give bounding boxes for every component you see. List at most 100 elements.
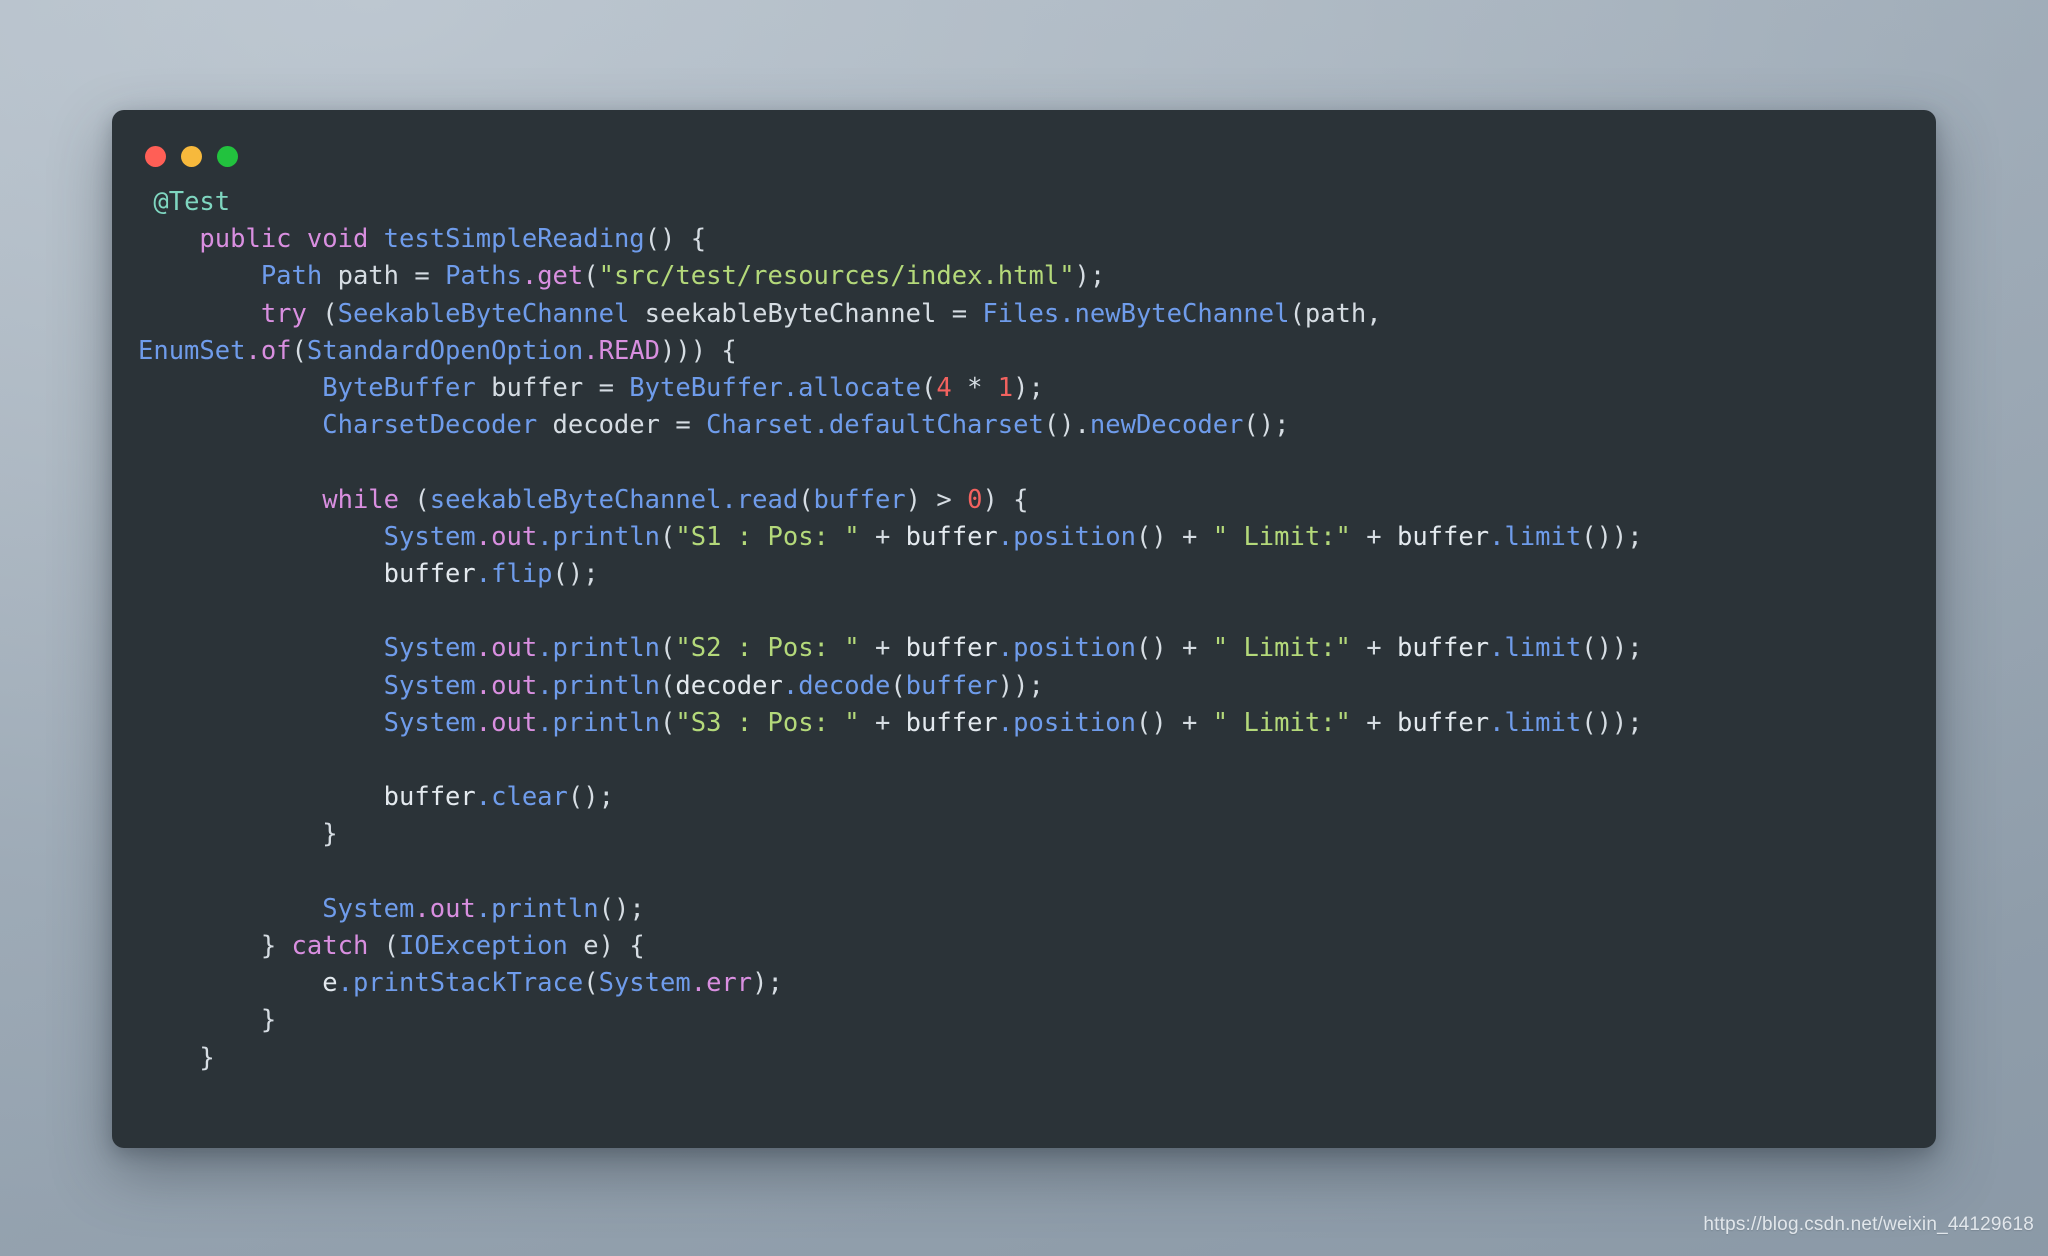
code-token: try [260,298,307,329]
code-token: ( [399,484,430,515]
code-token: ( [583,968,599,999]
code-token: ( [921,373,937,404]
maximize-button[interactable] [217,146,238,167]
code-token: buffer [1396,521,1490,552]
code-token: Path [260,261,323,292]
code-token: System [598,968,691,999]
code-token: .printStackTrace [337,968,584,999]
window-titlebar [112,110,1936,184]
code-token: .println [537,707,661,738]
code-token: System [383,521,476,552]
code-token: + [859,707,906,738]
code-token: EnumSet [138,335,246,366]
code-token: ); [1013,373,1044,404]
code-token: IOException [399,931,568,962]
code-token: .of [245,335,292,366]
code-token: ) > [905,484,968,515]
code-token: ) { [598,931,645,962]
code-token: .clear [475,782,568,813]
code-token: buffer [1396,633,1490,664]
code-token: .READ [583,335,660,366]
code-token: ()); [1581,633,1643,664]
code-token: } [138,1042,215,1073]
code-token: .limit [1489,521,1582,552]
code-token: CharsetDecoder [322,410,538,441]
code-token: .newByteChannel [1059,298,1290,329]
code-token: ( [291,335,307,366]
code-token: System [322,893,415,924]
code-token: buffer [905,521,998,552]
code-window: @Test public void testSimpleReading() { … [112,110,1936,1148]
code-token: System [383,633,476,664]
close-button[interactable] [145,146,166,167]
code-token: @Test [153,187,231,217]
code-token: ()); [1581,521,1643,552]
code-token: ); [1074,261,1106,292]
watermark-url: https://blog.csdn.net/weixin_44129618 [1703,1214,2034,1235]
code-token: .println [475,893,599,924]
code-token: buffer [383,782,476,813]
code-line: EnumSet.of(StandardOpenOption.READ))) { [138,333,1910,370]
code-token: .allocate [782,373,921,404]
code-token: (); [552,559,599,590]
code-token: ( [660,633,676,664]
code-token: + [859,633,906,664]
code-line: ByteBuffer buffer = ByteBuffer.allocate(… [138,370,1910,407]
code-token: .flip [475,559,553,590]
code-token: )); [997,670,1044,701]
code-token: ( [660,670,676,701]
code-line: public void testSimpleReading() { [138,221,1910,258]
code-token: * [951,373,998,404]
code-token: 4 [936,373,952,404]
code-token: + [1350,633,1397,664]
code-token: .out [414,893,476,924]
code-token: Charset [706,410,814,441]
code-token: .out [475,707,538,738]
code-token: ( [660,521,676,552]
code-token: .println [537,670,661,701]
code-token: .defaultCharset [813,410,1044,441]
code-token: .out [475,633,538,664]
code-token: System [383,670,476,701]
code-token: testSimpleReading [383,224,645,255]
code-line: e.printStackTrace(System.err); [138,965,1910,1002]
code-token: .read [721,484,799,515]
code-token: () + [1135,633,1213,664]
code-token: ( [798,484,814,515]
code-token: .position [997,521,1136,552]
code-token: (); [567,782,614,813]
minimize-button[interactable] [181,146,202,167]
code-token: " Limit:" [1212,707,1351,738]
window-controls [145,146,238,167]
code-token: .println [537,521,661,552]
code-token: .err [690,968,753,999]
code-token: ( [583,261,599,292]
code-token: ( [890,670,906,701]
code-line: System.out.println(decoder.decode(buffer… [138,668,1910,705]
code-token: buffer [905,670,998,701]
code-token: () + [1135,707,1213,738]
code-token: .limit [1489,707,1582,738]
code-token: buffer [905,707,998,738]
code-token: e [567,931,599,962]
code-token: 1 [997,373,1014,404]
code-token: buffer [1396,707,1490,738]
code-token: .println [537,633,661,664]
code-token: (); [1243,410,1290,441]
code-token: buffer [813,484,906,515]
code-token: newDecoder [1089,410,1244,441]
code-line: buffer.clear(); [138,779,1910,816]
code-line: System.out.println("S1 : Pos: " + buffer… [138,519,1910,556]
